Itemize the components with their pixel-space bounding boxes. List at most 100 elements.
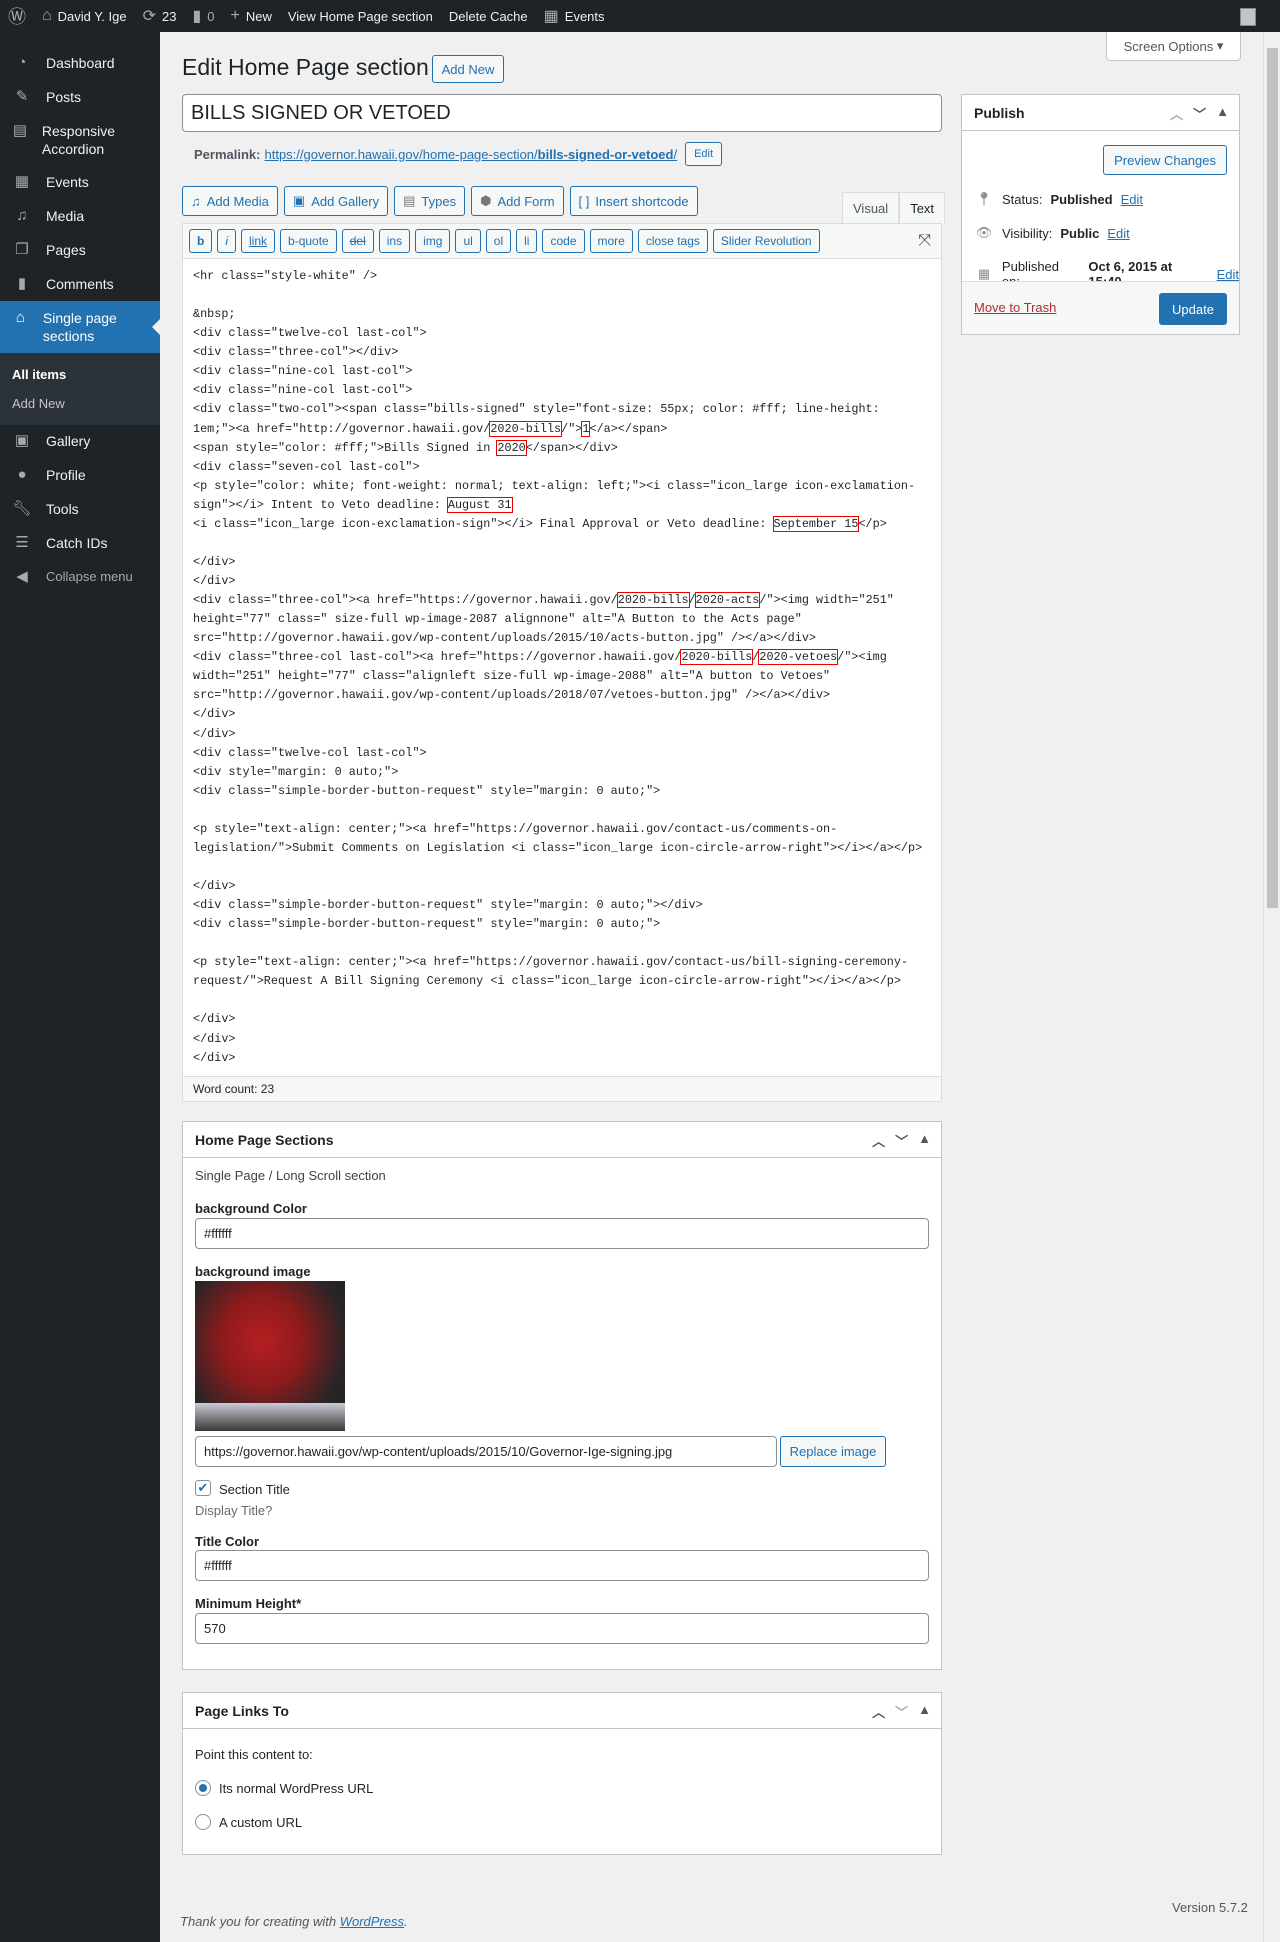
insert-shortcode-button[interactable]: [ ] Insert shortcode	[569, 186, 698, 216]
add-new-button[interactable]: Add New	[432, 55, 504, 83]
toggle-panel-icon[interactable]: ▲	[918, 1131, 931, 1150]
menu-catch-ids[interactable]: ☰ Catch IDs	[0, 534, 160, 552]
code-text: src="http://governor.hawaii.gov/wp-conte…	[193, 631, 816, 646]
menu-posts[interactable]: ✎ Posts	[0, 88, 160, 106]
permalink-link[interactable]: https://governor.hawaii.gov/home-page-se…	[264, 147, 677, 162]
menu-gallery[interactable]: ▣ Gallery	[0, 432, 160, 450]
scrollbar[interactable]	[1263, 32, 1280, 1942]
status-value: Published	[1050, 191, 1113, 207]
screen-options-button[interactable]: Screen Options ▾	[1106, 32, 1241, 61]
edit-date-link[interactable]: Edit	[1217, 267, 1239, 282]
permalink-label: Permalink:	[194, 146, 261, 162]
code-line: </div>	[193, 1049, 931, 1068]
comment-icon: ▮	[192, 8, 202, 25]
bg-image-url-input[interactable]: https://governor.hawaii.gov/wp-content/u…	[195, 1436, 777, 1467]
new-content-link[interactable]: + New	[223, 0, 280, 32]
menu-pages[interactable]: ❐ Pages	[0, 241, 160, 259]
qt-ul-button[interactable]: ul	[455, 229, 481, 253]
fullscreen-icon[interactable]: ⤧	[918, 232, 931, 250]
user-icon: ●	[17, 466, 27, 483]
qt-link-button[interactable]: link	[241, 229, 276, 253]
add-form-button[interactable]: ⬢ Add Form	[471, 186, 564, 216]
qt-bquote-button[interactable]: b-quote	[280, 229, 337, 253]
qt-img-button[interactable]: img	[415, 229, 451, 253]
section-title-label: Section Title	[219, 1482, 290, 1497]
move-to-trash-link[interactable]: Move to Trash	[974, 300, 1056, 315]
display-title-hint: Display Title?	[195, 1503, 273, 1518]
tab-text[interactable]: Text	[899, 192, 946, 224]
edit-permalink-button[interactable]: Edit	[685, 142, 723, 166]
wordpress-logo-icon[interactable]: Ⓦ	[0, 0, 34, 32]
comments-link[interactable]: ▮ 0	[184, 0, 222, 32]
preview-changes-button[interactable]: Preview Changes	[1103, 145, 1227, 175]
edit-status-link[interactable]: Edit	[1121, 192, 1143, 207]
menu-tools[interactable]: 🔧︎ Tools	[0, 500, 160, 518]
section-title-checkbox[interactable]: ✔	[195, 1480, 211, 1496]
events-link[interactable]: ▦ Events	[536, 0, 613, 32]
avatar[interactable]	[1240, 8, 1256, 26]
menu-dashboard[interactable]: ◔ Dashboard	[0, 54, 160, 72]
code-text: <div class="twelve-col last-col">	[193, 745, 427, 760]
media-icon: ♫	[191, 193, 201, 209]
add-gallery-button[interactable]: ▣ Add Gallery	[283, 186, 389, 216]
custom-url-radio[interactable]	[195, 1814, 211, 1830]
normal-url-radio[interactable]	[195, 1780, 211, 1796]
add-media-button[interactable]: ♫ Add Media	[182, 186, 278, 216]
delete-cache-link[interactable]: Delete Cache	[441, 0, 536, 32]
title-color-input[interactable]: #ffffff	[195, 1550, 929, 1581]
min-height-label: Minimum Height*	[195, 1596, 302, 1611]
scrollbar-thumb[interactable]	[1267, 48, 1278, 908]
qt-italic-button[interactable]: i	[217, 229, 237, 253]
qt-slider-revolution-button[interactable]: Slider Revolution	[712, 229, 820, 253]
code-line: </div>	[193, 725, 931, 744]
comments-count: 0	[207, 8, 215, 24]
move-up-icon[interactable]: ︿	[872, 1702, 885, 1721]
plus-icon: +	[230, 7, 240, 24]
menu-responsive-accordion[interactable]: ▤ Responsive Accordion	[0, 122, 160, 158]
move-up-icon[interactable]: ︿	[1170, 104, 1183, 123]
updates-count: 23	[161, 8, 177, 24]
code-text: <div class="three-col"><a href="https://…	[193, 593, 618, 608]
view-page-link[interactable]: View Home Page section	[280, 0, 441, 32]
wordpress-link[interactable]: WordPress	[340, 1914, 404, 1929]
normal-url-label: Its normal WordPress URL	[219, 1781, 374, 1796]
menu-events[interactable]: ▦ Events	[0, 173, 160, 191]
toggle-panel-icon[interactable]: ▲	[918, 1702, 931, 1721]
qt-code-button[interactable]: code	[542, 229, 585, 253]
submenu-all-items[interactable]: All items	[12, 367, 66, 382]
qt-more-button[interactable]: more	[589, 229, 633, 253]
menu-profile[interactable]: ● Profile	[0, 466, 160, 484]
update-button[interactable]: Update	[1159, 293, 1227, 325]
refresh-icon: ⟳	[142, 8, 156, 25]
menu-single-page-sections[interactable]: ⌂ Single page sections	[0, 301, 160, 353]
post-title-input[interactable]: BILLS SIGNED OR VETOED	[182, 94, 942, 132]
submenu-add-new[interactable]: Add New	[12, 396, 65, 411]
replace-image-button[interactable]: Replace image	[780, 1436, 886, 1467]
collapse-menu-button[interactable]: ◀ Collapse menu	[0, 568, 160, 586]
qt-li-button[interactable]: li	[516, 229, 538, 253]
qt-del-button[interactable]: del	[341, 229, 374, 253]
move-up-icon[interactable]: ︿	[872, 1131, 885, 1150]
types-button[interactable]: ▤ Types	[394, 186, 466, 216]
content-textarea[interactable]: <hr class="style-white" /> ​ &nbsp; <div cl…	[183, 259, 941, 1076]
collapse-icon: ◀	[16, 568, 28, 585]
move-down-icon[interactable]: ﹀	[895, 1131, 908, 1150]
qt-ins-button[interactable]: ins	[378, 229, 411, 253]
min-height-input[interactable]: 570	[195, 1613, 929, 1644]
site-name-link[interactable]: ⌂ David Y. Ige	[34, 0, 135, 32]
bg-color-input[interactable]: #ffffff	[195, 1218, 929, 1249]
qt-bold-button[interactable]: b	[189, 229, 213, 253]
qt-close-tags-button[interactable]: close tags	[637, 229, 708, 253]
tab-visual[interactable]: Visual	[842, 192, 900, 224]
qt-ol-button[interactable]: ol	[485, 229, 512, 253]
custom-url-label: A custom URL	[219, 1815, 303, 1830]
move-down-icon[interactable]: ﹀	[1193, 104, 1206, 123]
code-text: width="251" height="77" class="alignleft…	[193, 669, 831, 684]
menu-comments[interactable]: ▮ Comments	[0, 275, 160, 293]
edit-visibility-link[interactable]: Edit	[1107, 226, 1129, 241]
code-text: src="http://governor.hawaii.gov/wp-conte…	[193, 688, 831, 703]
menu-media[interactable]: ♫ Media	[0, 207, 160, 225]
move-down-icon[interactable]: ﹀	[895, 1702, 908, 1721]
updates-link[interactable]: ⟳ 23	[135, 0, 185, 32]
toggle-panel-icon[interactable]: ▲	[1216, 104, 1229, 123]
